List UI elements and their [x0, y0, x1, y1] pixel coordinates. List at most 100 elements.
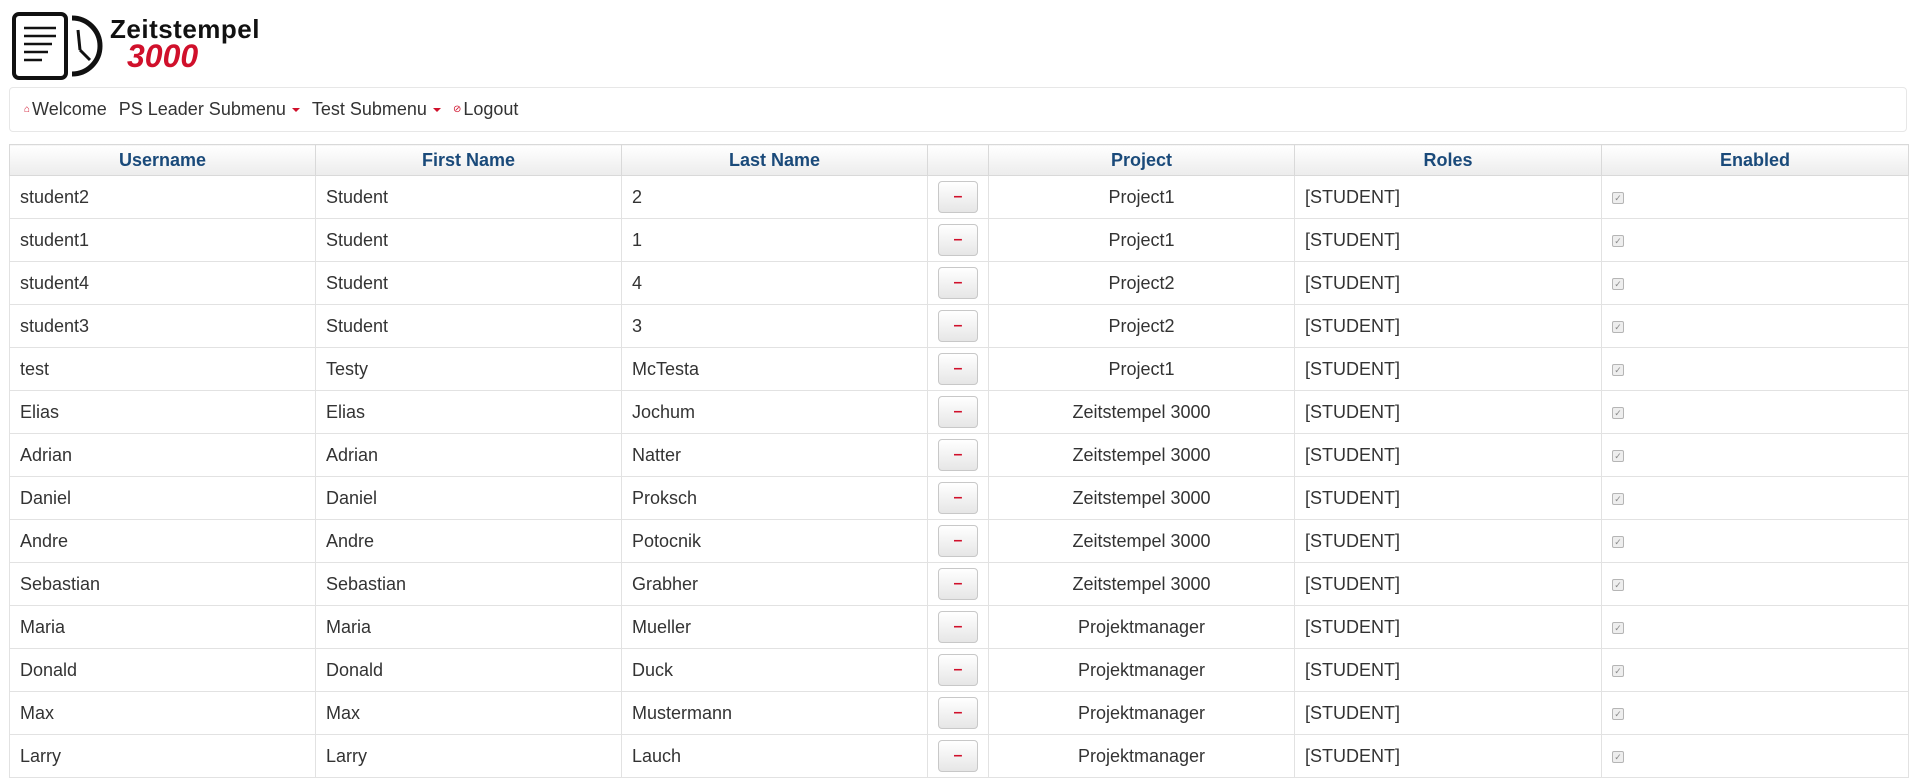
cell-username: Adrian [9, 433, 316, 477]
enabled-checkbox[interactable]: ✓ [1612, 492, 1624, 505]
table-row: Maria Maria Mueller – Projektmanager [STUDENT… [9, 605, 1909, 649]
cell-roles: [STUDENT] [1294, 304, 1602, 348]
nav-ps-leader-submenu[interactable]: PS Leader Submenu [119, 99, 300, 120]
table-row: Daniel Daniel Proksch – Zeitstempel 3000 [STU… [9, 476, 1909, 520]
enabled-checkbox[interactable]: ✓ [1612, 277, 1624, 290]
enabled-checkbox[interactable]: ✓ [1612, 320, 1624, 333]
cell-roles: [STUDENT] [1294, 734, 1602, 778]
cell-last-name: Duck [621, 648, 928, 692]
cell-roles: [STUDENT] [1294, 519, 1602, 563]
remove-user-button[interactable]: – [938, 396, 978, 428]
cell-first-name: Larry [315, 734, 622, 778]
column-header-username[interactable]: Username [9, 144, 316, 176]
cell-actions: – [927, 605, 989, 649]
remove-user-button[interactable]: – [938, 224, 978, 256]
table-body: student2 Student 2– Project1 [STUDENT] ✓ stude… [9, 175, 1909, 778]
cell-username: test [9, 347, 316, 391]
caret-down-icon [291, 107, 300, 112]
enabled-checkbox[interactable]: ✓ [1612, 621, 1624, 634]
cell-project: Zeitstempel 3000 [988, 519, 1295, 563]
cell-first-name: Maria [315, 605, 622, 649]
cell-enabled: ✓ [1601, 347, 1909, 391]
enabled-checkbox[interactable]: ✓ [1612, 406, 1624, 419]
remove-user-button[interactable]: – [938, 697, 978, 729]
remove-user-button[interactable]: – [938, 482, 978, 514]
cell-enabled: ✓ [1601, 175, 1909, 219]
cell-enabled: ✓ [1601, 390, 1909, 434]
remove-user-button[interactable]: – [938, 353, 978, 385]
remove-user-button[interactable]: – [938, 525, 978, 557]
enabled-checkbox[interactable]: ✓ [1612, 363, 1624, 376]
cell-roles: [STUDENT] [1294, 562, 1602, 606]
remove-user-button[interactable]: – [938, 568, 978, 600]
remove-user-button[interactable]: – [938, 611, 978, 643]
cell-project: Zeitstempel 3000 [988, 390, 1295, 434]
cell-last-name: Mueller [621, 605, 928, 649]
cell-username: Larry [9, 734, 316, 778]
nav-welcome[interactable]: ⌂ Welcome [24, 99, 107, 120]
cell-first-name: Donald [315, 648, 622, 692]
cell-enabled: ✓ [1601, 304, 1909, 348]
nav-logout[interactable]: ⊘ Logout [453, 99, 518, 120]
column-header-first-name[interactable]: First Name [315, 144, 622, 176]
enabled-checkbox[interactable]: ✓ [1612, 234, 1624, 247]
cell-project: Zeitstempel 3000 [988, 476, 1295, 520]
cell-project: Zeitstempel 3000 [988, 433, 1295, 477]
column-header-project[interactable]: Project [988, 144, 1295, 176]
enabled-checkbox[interactable]: ✓ [1612, 535, 1624, 548]
column-header-last-name[interactable]: Last Name [621, 144, 928, 176]
cell-username: Maria [9, 605, 316, 649]
enabled-checkbox[interactable]: ✓ [1612, 664, 1624, 677]
nav-logout-label: Logout [463, 99, 519, 119]
cell-actions: – [927, 691, 989, 735]
cell-enabled: ✓ [1601, 261, 1909, 305]
page-header: Zeitstempel 3000 [0, 0, 1912, 86]
enabled-checkbox[interactable]: ✓ [1612, 191, 1624, 204]
enabled-checkbox[interactable]: ✓ [1612, 449, 1624, 462]
table-row: Elias Elias Jochum – Zeitstempel 3000 [STUDEN… [9, 390, 1909, 434]
table-row: student2 Student 2– Project1 [STUDENT] ✓ [9, 175, 1909, 219]
cell-actions: – [927, 562, 989, 606]
cell-actions: – [927, 304, 989, 348]
remove-user-button[interactable]: – [938, 740, 978, 772]
logout-icon: ⊘ [452, 104, 462, 115]
cell-roles: [STUDENT] [1294, 390, 1602, 434]
cell-project: Projektmanager [988, 691, 1295, 735]
cell-username: Elias [9, 390, 316, 434]
table-row: Larry Larry Lauch – Projektmanager [STUDENT] ✓ [9, 734, 1909, 778]
cell-actions: – [927, 347, 989, 391]
enabled-checkbox[interactable]: ✓ [1612, 750, 1624, 763]
cell-enabled: ✓ [1601, 562, 1909, 606]
remove-user-button[interactable]: – [938, 181, 978, 213]
remove-user-button[interactable]: – [938, 439, 978, 471]
cell-last-name: 2 [621, 175, 928, 219]
table-row: Max Max Mustermann – Projektmanager [STUDENT]… [9, 691, 1909, 735]
nav-test-submenu[interactable]: Test Submenu [312, 99, 441, 120]
cell-roles: [STUDENT] [1294, 433, 1602, 477]
cell-first-name: Student [315, 218, 622, 262]
enabled-checkbox[interactable]: ✓ [1612, 707, 1624, 720]
table-row: student1 Student 1– Project1 [STUDENT] ✓ [9, 218, 1909, 262]
cell-actions: – [927, 648, 989, 692]
table-row: Donald Donald Duck – Projektmanager [STUDENT]… [9, 648, 1909, 692]
cell-roles: [STUDENT] [1294, 347, 1602, 391]
column-header-enabled[interactable]: Enabled [1601, 144, 1909, 176]
nav-ps-leader-label: PS Leader Submenu [118, 99, 286, 119]
cell-first-name: Student [315, 261, 622, 305]
table-row: student3 Student 3– Project2 [STUDENT] ✓ [9, 304, 1909, 348]
cell-username: Max [9, 691, 316, 735]
column-header-roles[interactable]: Roles [1294, 144, 1602, 176]
cell-last-name: Proksch [621, 476, 928, 520]
remove-user-button[interactable]: – [938, 310, 978, 342]
remove-user-button[interactable]: – [938, 654, 978, 686]
users-table: Username First Name Last Name Project Ro… [9, 144, 1909, 778]
cell-username: Andre [9, 519, 316, 563]
remove-user-button[interactable]: – [938, 267, 978, 299]
nav-test-label: Test Submenu [311, 99, 427, 119]
cell-last-name: Grabher [621, 562, 928, 606]
table-row: Andre Andre Potocnik – Zeitstempel 3000 [STUD… [9, 519, 1909, 563]
cell-last-name: McTesta [621, 347, 928, 391]
enabled-checkbox[interactable]: ✓ [1612, 578, 1624, 591]
table-row: test Testy McTesta – Project1 [STUDENT] ✓ [9, 347, 1909, 391]
cell-username: Daniel [9, 476, 316, 520]
